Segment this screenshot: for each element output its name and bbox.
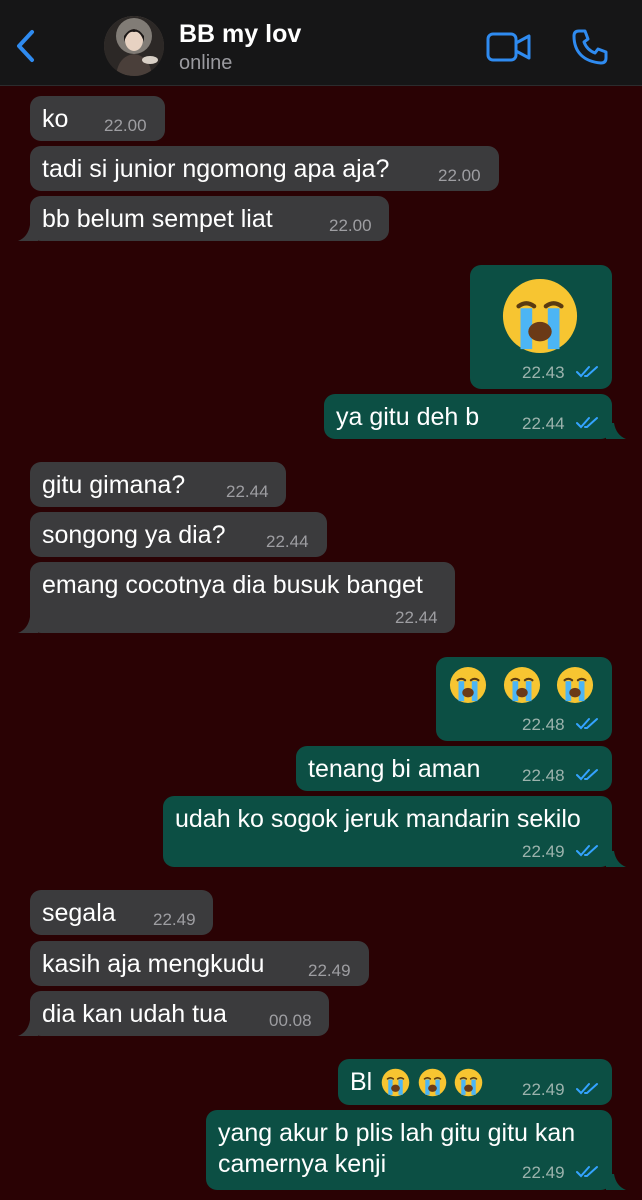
message-bubble-outgoing[interactable]: 22.43 (470, 265, 612, 389)
bubble-tail (18, 617, 38, 633)
message-bubble-incoming[interactable]: emang cocotnya dia busuk banget 22.44 (18, 562, 455, 633)
message-time: 22.00 (438, 166, 481, 185)
read-receipt-icon (576, 718, 598, 730)
chevron-left-icon (17, 30, 34, 62)
bubble-tail (18, 1020, 38, 1036)
message-text: udah ko sogok jeruk mandarin sekilo (175, 805, 581, 833)
message-text: gitu gimana? (42, 471, 186, 499)
voice-call-button[interactable] (571, 28, 609, 66)
message-text: bb belum sempet liat (42, 205, 273, 233)
message-time: 22.43 (522, 363, 565, 382)
message-time: 22.49 (308, 961, 351, 980)
message-time: 22.48 (522, 715, 565, 734)
avatar[interactable] (104, 16, 164, 76)
message-text-line-2: camernya kenji (218, 1150, 387, 1178)
bubble-tail (606, 851, 626, 867)
message-text: dia kan udah tua (42, 1000, 227, 1028)
crying-face-icon (503, 666, 541, 704)
message-text: emang cocotnya dia busuk banget (42, 571, 423, 599)
message-bubble-incoming[interactable]: ko 22.00 (30, 96, 165, 141)
phone-icon (572, 29, 608, 65)
message-time: 22.49 (153, 910, 196, 929)
crying-face-icon (556, 666, 594, 704)
crying-face-icon (449, 666, 487, 704)
back-button[interactable] (10, 26, 42, 66)
video-call-button[interactable] (486, 30, 532, 64)
message-time: 22.00 (104, 116, 147, 135)
message-bubble-outgoing[interactable]: ya gitu deh b 22.44 (324, 394, 626, 439)
message-text: tadi si junior ngomong apa aja? (42, 155, 390, 183)
read-receipt-icon (576, 845, 598, 857)
crying-face-icon (454, 1068, 483, 1097)
message-time: 22.44 (226, 482, 269, 501)
message-bubble-incoming[interactable]: tadi si junior ngomong apa aja? 22.00 (30, 146, 499, 191)
message-bubble-outgoing[interactable]: Bl 22.49 (338, 1059, 612, 1105)
read-receipt-icon (576, 366, 598, 378)
message-bubble-outgoing[interactable]: tenang bi aman 22.48 (296, 746, 612, 791)
message-text: ya gitu deh b (336, 403, 480, 431)
bubble-tail (18, 225, 38, 241)
message-bubble-outgoing[interactable]: udah ko sogok jeruk mandarin sekilo 22.4… (163, 796, 626, 867)
message-bubble-outgoing[interactable]: yang akur b plis lah gitu gitu kan camer… (206, 1110, 626, 1190)
message-bubble-incoming[interactable]: bb belum sempet liat 22.00 (18, 196, 389, 241)
read-receipt-icon (576, 417, 598, 429)
message-bubble-incoming[interactable]: gitu gimana? 22.44 (30, 462, 286, 507)
read-receipt-icon (576, 769, 598, 781)
video-camera-icon (486, 32, 531, 62)
message-time: 22.44 (522, 414, 565, 433)
message-text: segala (42, 899, 116, 927)
crying-face-icon (381, 1068, 410, 1097)
message-bubble-outgoing[interactable]: 22.48 (436, 657, 612, 741)
contact-status: online (179, 52, 233, 74)
crying-face-icon (418, 1068, 447, 1097)
read-receipt-icon (576, 1166, 598, 1178)
message-time: 22.48 (522, 766, 565, 785)
chat-header: BB my lov online (0, 0, 642, 86)
message-text: Bl (350, 1068, 373, 1096)
message-text: tenang bi aman (308, 755, 481, 783)
bubble-tail (606, 1174, 626, 1190)
message-time: 22.49 (522, 842, 565, 861)
message-bubble-incoming[interactable]: segala 22.49 (30, 890, 213, 935)
message-text: kasih aja mengkudu (42, 950, 265, 978)
message-time: 22.49 (522, 1163, 565, 1182)
message-text: yang akur b plis lah gitu gitu kan (218, 1119, 576, 1147)
message-time: 00.08 (269, 1011, 312, 1030)
crying-face-icon (501, 277, 579, 355)
message-bubble-incoming[interactable]: kasih aja mengkudu 22.49 (30, 941, 369, 986)
message-time: 22.44 (395, 608, 438, 627)
message-time: 22.00 (329, 216, 372, 235)
message-bubble-incoming[interactable]: dia kan udah tua 00.08 (18, 991, 329, 1036)
read-receipt-icon (576, 1083, 598, 1095)
message-time: 22.44 (266, 532, 309, 551)
contact-name[interactable]: BB my lov (179, 20, 301, 49)
bubble-tail (606, 423, 626, 439)
message-text: songong ya dia? (42, 521, 226, 549)
message-time: 22.49 (522, 1080, 565, 1099)
message-text: ko (42, 105, 69, 133)
message-bubble-incoming[interactable]: songong ya dia? 22.44 (30, 512, 327, 557)
